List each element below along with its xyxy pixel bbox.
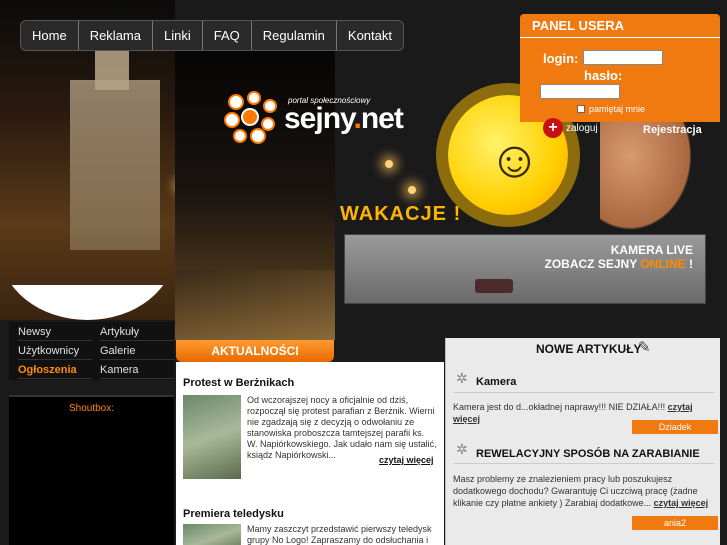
logo-name: sejny.net <box>284 102 404 135</box>
divider <box>453 392 715 393</box>
read-more-link[interactable]: czytaj więcej <box>379 455 434 465</box>
menu-newsy[interactable]: Newsy <box>18 323 92 341</box>
nav-home[interactable]: Home <box>21 21 79 50</box>
login-button[interactable]: + zaloguj <box>543 118 598 138</box>
remember-checkbox[interactable] <box>577 105 585 113</box>
article-author[interactable]: ania2 <box>632 516 718 530</box>
nav-kontakt[interactable]: Kontakt <box>337 21 403 50</box>
smile-icon: ☺ <box>488 131 542 189</box>
nav-regulamin[interactable]: Regulamin <box>252 21 337 50</box>
login-label: login: <box>543 51 579 66</box>
nav-faq[interactable]: FAQ <box>203 21 252 50</box>
user-panel-title: PANEL USERA <box>520 14 720 38</box>
camera-live-banner[interactable]: KAMERA LIVE ZOBACZ SEJNY ONLINE ! <box>344 234 706 304</box>
article-author[interactable]: Dziadek <box>632 420 718 434</box>
menu-ogloszenia[interactable]: Ogłoszenia <box>18 361 92 379</box>
nav-reklama[interactable]: Reklama <box>79 21 153 50</box>
church-building <box>70 80 160 250</box>
new-articles-panel: NOWE ARTYKUŁY ✎ ✲ Kamera Kamera jest do … <box>445 338 720 545</box>
camera-car <box>475 279 513 293</box>
password-input[interactable] <box>540 84 620 99</box>
molecule-icon: ✲ <box>456 370 468 386</box>
main-nav: Home Reklama Linki FAQ Regulamin Kontakt <box>20 20 404 51</box>
news-thumbnail[interactable] <box>183 395 241 479</box>
menu-artykuly[interactable]: Artykuły <box>100 323 174 341</box>
camera-banner-title: KAMERA LIVE ZOBACZ SEJNY ONLINE ! <box>544 243 693 271</box>
password-label: hasło: <box>584 68 623 83</box>
login-input[interactable] <box>583 50 663 65</box>
menu-galerie[interactable]: Galerie <box>100 342 174 360</box>
street-road <box>175 270 335 340</box>
news-title[interactable]: Protest w Berżnikach <box>183 377 294 389</box>
news-title[interactable]: Premiera teledysku <box>183 508 284 520</box>
left-menu: Newsy Artykuły Użytkownicy Galerie Ogłos… <box>9 322 174 380</box>
news-header: AKTUALNOŚCI <box>176 340 334 362</box>
shoutbox-title: Shoutbox: <box>68 403 115 414</box>
molecule-logo-icon <box>224 91 277 144</box>
street-lamp <box>408 186 416 194</box>
user-panel: PANEL USERA login: hasło: pamiętaj mnie <box>520 14 720 122</box>
register-link[interactable]: Rejestracja <box>643 124 702 136</box>
article-title[interactable]: REWELACYJNY SPOSÓB NA ZARABIANIE <box>476 448 700 460</box>
site-logo[interactable]: portal społecznościowy sejny.net <box>222 90 442 145</box>
molecule-icon: ✲ <box>456 441 468 457</box>
divider <box>453 463 715 464</box>
vacation-girl-graphic <box>600 120 700 240</box>
news-excerpt: Od wczorajszej nocy a oficjalnie od dziś… <box>247 395 437 460</box>
article-excerpt: Masz problemy ze znalezieniem pracy lub … <box>453 474 709 508</box>
news-list: Protest w Berżnikach Od wczorajszej nocy… <box>176 362 444 545</box>
wakacje-banner[interactable]: WAKACJE ! <box>340 203 461 226</box>
nav-linki[interactable]: Linki <box>153 21 203 50</box>
news-thumbnail[interactable] <box>183 524 241 545</box>
pencil-icon: ✎ <box>638 339 651 356</box>
read-more-link[interactable]: czytaj więcej <box>654 498 709 508</box>
plus-icon: + <box>543 118 563 138</box>
article-title[interactable]: Kamera <box>476 376 516 388</box>
remember-me[interactable]: pamiętaj mnie <box>577 104 645 114</box>
news-excerpt: Mamy zaszczyt przedstawić pierwszy teled… <box>247 524 432 545</box>
articles-header: NOWE ARTYKUŁY <box>536 342 642 356</box>
menu-uzytkownicy[interactable]: Użytkownicy <box>18 342 92 360</box>
menu-kamera[interactable]: Kamera <box>100 361 174 379</box>
shoutbox: Shoutbox: <box>9 395 174 545</box>
street-lamp <box>385 160 393 168</box>
